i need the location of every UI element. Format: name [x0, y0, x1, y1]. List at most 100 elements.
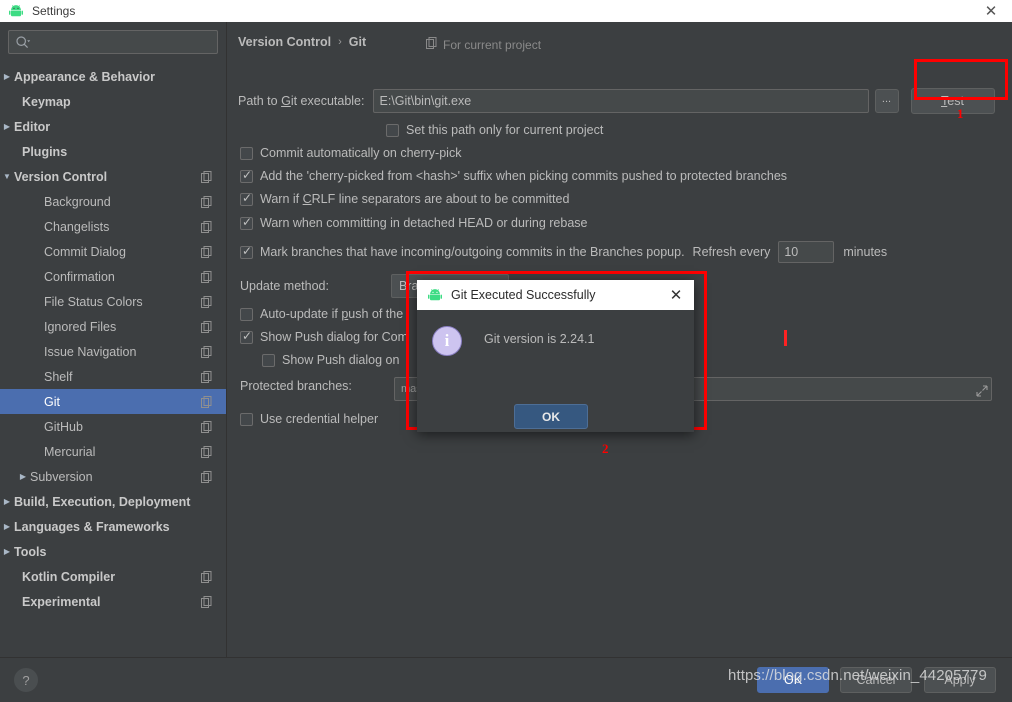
sidebar-item-mercurial[interactable]: Mercurial: [0, 439, 226, 464]
sidebar-item-label: Subversion: [30, 469, 93, 484]
settings-sidebar: ▶ Appearance & Behavior Keymap ▶ Editor Plugi…: [0, 22, 227, 657]
checkbox-row-warn-detached-head[interactable]: Warn when committing in detached HEAD or…: [240, 215, 588, 230]
breadcrumb-root[interactable]: Version Control: [238, 35, 331, 49]
close-icon[interactable]: ✕: [976, 0, 1006, 22]
for-current-project-label: For current project: [443, 37, 542, 52]
chevron-right-icon[interactable]: ▶: [16, 464, 30, 489]
sidebar-item-confirmation[interactable]: Confirmation: [0, 264, 226, 289]
sidebar-item-background[interactable]: Background: [0, 189, 226, 214]
sidebar-item-github[interactable]: GitHub: [0, 414, 226, 439]
sidebar-item-commit-dialog[interactable]: Commit Dialog: [0, 239, 226, 264]
sidebar-item-subversion[interactable]: ▶ Subversion: [0, 464, 226, 489]
sidebar-item-label: Build, Execution, Deployment: [14, 494, 191, 509]
help-button[interactable]: ?: [14, 668, 38, 692]
for-current-project: For current project: [426, 37, 541, 52]
copy-icon: [201, 370, 212, 383]
breadcrumb: Version Control › Git: [238, 35, 366, 49]
chevron-down-icon[interactable]: ▼: [0, 164, 14, 189]
sidebar-item-editor[interactable]: ▶ Editor: [0, 114, 226, 139]
sidebar-item-experimental[interactable]: Experimental: [0, 589, 226, 614]
checkbox-row-credential-helper[interactable]: Use credential helper: [240, 412, 378, 426]
checkbox-auto-update[interactable]: [240, 307, 253, 321]
checkbox-row-show-push-only[interactable]: Show Push dialog on: [262, 353, 399, 367]
sidebar-item-appearance-behavior[interactable]: ▶ Appearance & Behavior: [0, 64, 226, 89]
checkbox-label-credential-helper: Use credential helper: [260, 412, 379, 426]
sidebar-item-git[interactable]: Git: [0, 389, 226, 414]
chevron-right-icon[interactable]: ▶: [0, 489, 14, 514]
checkbox-credential-helper[interactable]: [240, 412, 253, 426]
checkbox-show-push-only[interactable]: [262, 353, 275, 367]
sidebar-item-shelf[interactable]: Shelf: [0, 364, 226, 389]
copy-icon: [201, 295, 212, 308]
browse-button[interactable]: ...: [874, 89, 899, 113]
dialog-title: Git Executed Successfully: [451, 288, 596, 302]
sidebar-item-version-control[interactable]: ▼ Version Control: [0, 164, 226, 189]
window-titlebar: Settings ✕: [0, 0, 1012, 22]
chevron-right-icon[interactable]: ▶: [0, 64, 14, 89]
checkbox-warn-crlf[interactable]: [240, 191, 253, 206]
chevron-right-icon[interactable]: ▶: [0, 514, 14, 539]
protected-branches-row: Protected branches:: [240, 379, 352, 393]
git-success-dialog: Git Executed Successfully ✕ i Git versio…: [417, 280, 694, 432]
checkbox-label-warn-crlf: Warn if CRLF line separators are about t…: [260, 192, 570, 206]
checkbox-row-warn-crlf[interactable]: Warn if CRLF line separators are about t…: [240, 191, 570, 206]
checkbox-row-set-path-only[interactable]: Set this path only for current project: [386, 123, 603, 137]
expand-icon[interactable]: [976, 384, 988, 397]
search-input[interactable]: [35, 31, 213, 53]
sidebar-item-tools[interactable]: ▶ Tools: [0, 539, 226, 564]
checkbox-show-push-commit[interactable]: [240, 329, 253, 344]
sidebar-item-changelists[interactable]: Changelists: [0, 214, 226, 239]
cancel-button[interactable]: Cancel: [840, 667, 912, 693]
checkbox-row-cherry-picked-suffix[interactable]: Add the 'cherry-picked from <hash>' suff…: [240, 168, 787, 183]
sidebar-item-languages-frameworks[interactable]: ▶ Languages & Frameworks: [0, 514, 226, 539]
close-icon[interactable]: ✕: [666, 285, 686, 305]
sidebar-item-plugins[interactable]: Plugins: [0, 139, 226, 164]
sidebar-item-label: Languages & Frameworks: [14, 519, 170, 534]
copy-icon: [201, 170, 212, 183]
annotation-label-2: 2: [602, 441, 609, 456]
checkbox-commit-cherry-pick[interactable]: [240, 146, 253, 160]
copy-icon: [201, 245, 212, 258]
refresh-every-label: Refresh every: [692, 245, 771, 259]
sidebar-item-kotlin-compiler[interactable]: Kotlin Compiler: [0, 564, 226, 589]
settings-window: Settings ✕ ▶ Appearance & Behavior Keymap ▶…: [0, 0, 1012, 702]
ok-button[interactable]: OK: [757, 667, 829, 693]
checkbox-warn-detached-head[interactable]: [240, 215, 253, 230]
sidebar-item-label: Mercurial: [44, 444, 96, 459]
chevron-right-icon[interactable]: ▶: [0, 539, 14, 564]
chevron-right-icon[interactable]: ▶: [0, 114, 14, 139]
checkbox-label-warn-detached-head: Warn when committing in detached HEAD or…: [260, 216, 588, 230]
checkbox-mark-branches[interactable]: [240, 244, 253, 259]
copy-icon: [201, 445, 212, 458]
copy-icon: [201, 570, 212, 583]
checkbox-cherry-picked-suffix[interactable]: [240, 168, 253, 183]
sidebar-item-label: Keymap: [22, 94, 71, 109]
minutes-label: minutes: [843, 245, 888, 259]
sidebar-item-file-status-colors[interactable]: File Status Colors: [0, 289, 226, 314]
checkbox-row-commit-cherry-pick[interactable]: Commit automatically on cherry-pick: [240, 146, 461, 160]
sidebar-item-issue-navigation[interactable]: Issue Navigation: [0, 339, 226, 364]
checkbox-label-set-path-only: Set this path only for current project: [406, 123, 604, 137]
sidebar-item-ignored-files[interactable]: Ignored Files: [0, 314, 226, 339]
sidebar-item-keymap[interactable]: Keymap: [0, 89, 226, 114]
checkbox-set-path-only[interactable]: [386, 123, 399, 137]
protected-branches-label: Protected branches:: [240, 379, 352, 393]
apply-button[interactable]: Apply: [924, 667, 996, 693]
search-box[interactable]: [8, 30, 218, 54]
dialog-ok-button[interactable]: OK: [514, 404, 588, 429]
test-button[interactable]: Test: [910, 88, 995, 114]
copy-icon: [201, 420, 212, 433]
copy-icon: [201, 320, 212, 333]
checkbox-row-show-push-commit[interactable]: Show Push dialog for Com: [240, 329, 408, 344]
git-path-input[interactable]: [372, 89, 869, 113]
checkbox-row-mark-branches[interactable]: Mark branches that have incoming/outgoin…: [240, 241, 887, 263]
refresh-minutes-input[interactable]: [778, 241, 835, 263]
copy-icon: [201, 595, 212, 608]
sidebar-item-build-execution-deployment[interactable]: ▶ Build, Execution, Deployment: [0, 489, 226, 514]
checkbox-row-auto-update[interactable]: Auto-update if push of the: [240, 307, 403, 321]
